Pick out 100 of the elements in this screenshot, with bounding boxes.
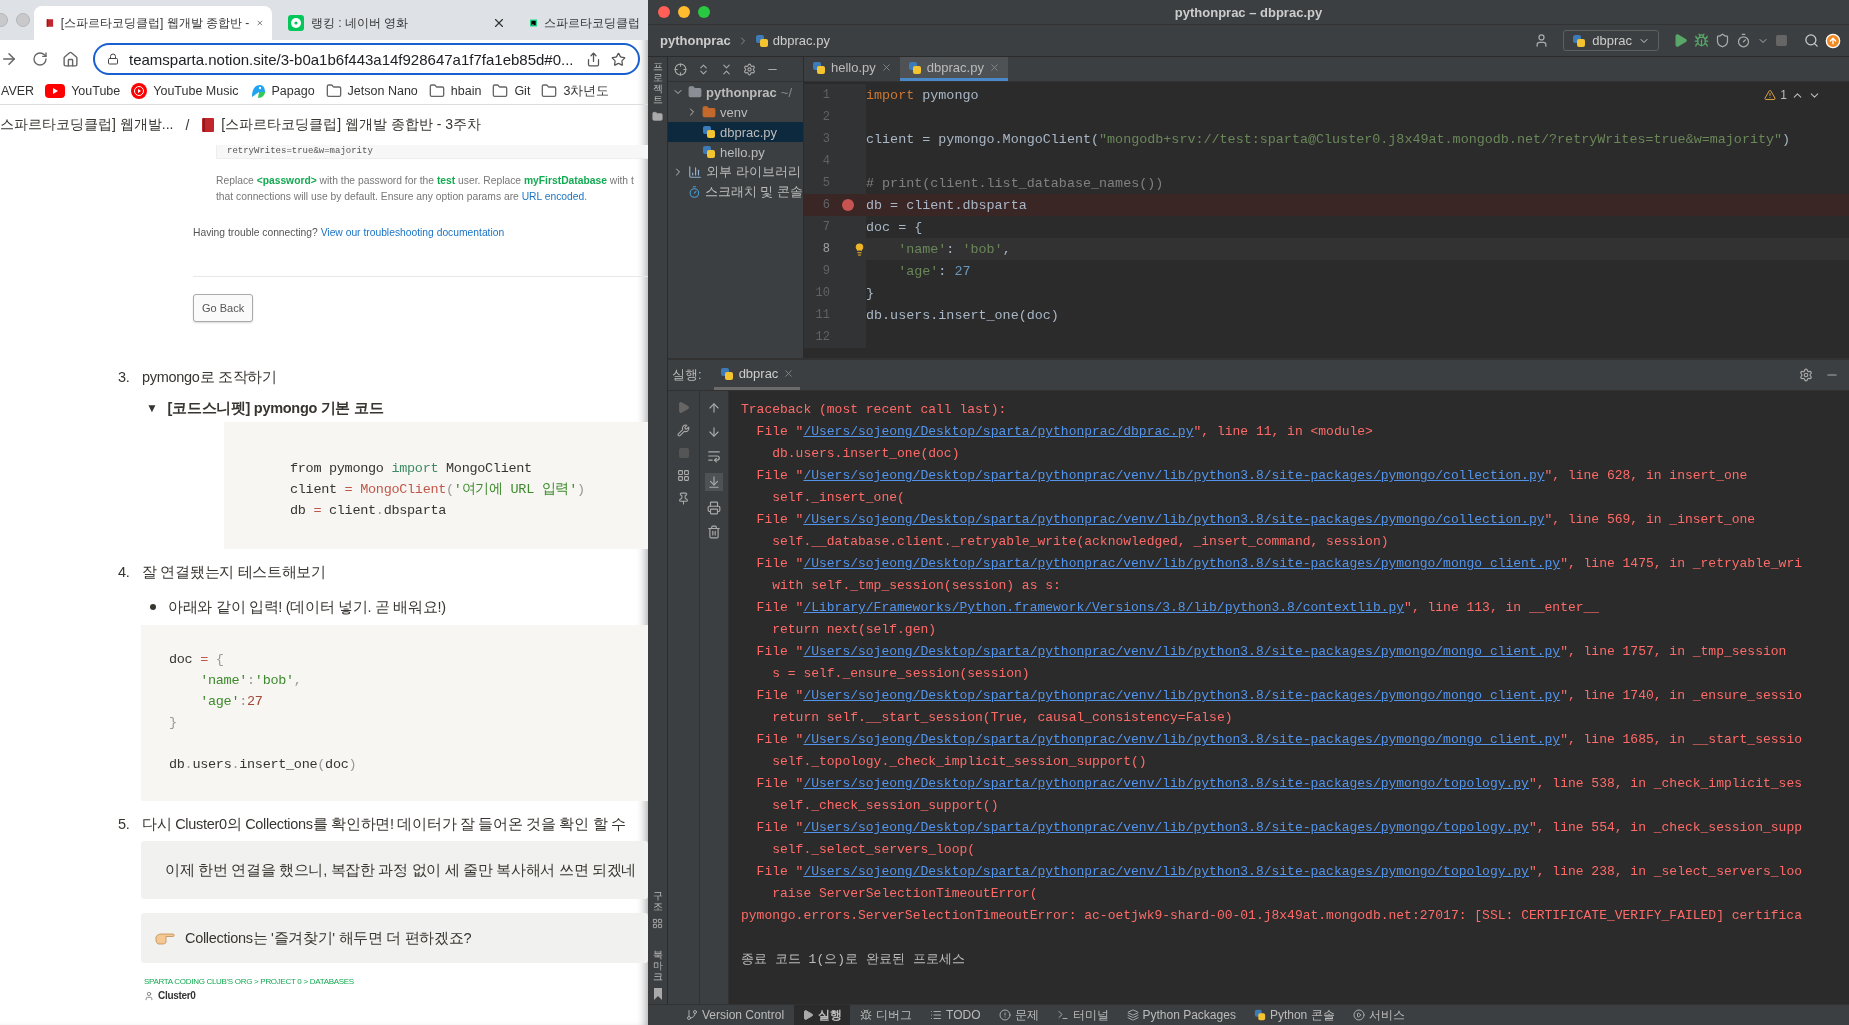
tool-window-tab[interactable]: 실행: [794, 1005, 851, 1025]
debug-icon[interactable]: [1694, 33, 1709, 48]
tool-window-tab[interactable]: Python Packages: [1118, 1005, 1244, 1025]
share-icon[interactable]: [586, 51, 601, 67]
toggle-arrow[interactable]: ▼: [146, 401, 158, 415]
warning-icon[interactable]: [1764, 89, 1777, 101]
code-line: # print(client.list_database_names()): [866, 175, 1164, 191]
file-path-link[interactable]: /Users/sojeong/Desktop/sparta/pythonprac/venv/lib/python3.8/site-packages/pymongo/topology.py: [803, 864, 1529, 879]
bookmark[interactable]: YouTube: [45, 84, 121, 98]
forward-icon[interactable]: [0, 50, 18, 68]
bookmark[interactable]: AVER: [1, 84, 35, 98]
browser-tab[interactable]: 스파르타코딩클럽: [518, 6, 648, 40]
tree-item[interactable]: venv: [668, 102, 803, 122]
bookmark[interactable]: hbain: [428, 83, 482, 99]
editor-tab[interactable]: hello.py: [804, 57, 900, 81]
locate-icon[interactable]: [674, 62, 687, 76]
wrench-icon[interactable]: [677, 424, 690, 437]
console-line: File "/Users/sojeong/Desktop/sparta/pythonprac/dbprac.py", line 11, in <module>: [755, 423, 1374, 441]
troubleshooting-link[interactable]: View our troubleshooting documentation: [320, 227, 505, 238]
pin-icon[interactable]: [677, 492, 690, 505]
file-path-link[interactable]: /Users/sojeong/Desktop/sparta/pythonprac/venv/lib/python3.8/site-packages/pymongo/mongo_client.py: [803, 732, 1561, 747]
tool-window-tab[interactable]: Version Control: [678, 1005, 793, 1025]
tree-item[interactable]: 스크래치 및 콘솔: [668, 182, 803, 202]
settings-icon[interactable]: [1799, 368, 1813, 382]
browser-tab[interactable]: 랭킹 : 네이버 영화: [276, 6, 514, 40]
structure-icon[interactable]: [652, 918, 663, 929]
tool-window-tab[interactable]: Python 콘솔: [1245, 1005, 1343, 1025]
file-path-link[interactable]: /Library/Frameworks/Python.framework/Versions/3.8/lib/python3.8/contextlib.py: [803, 600, 1405, 615]
close-window-button[interactable]: [658, 6, 670, 18]
file-path-link[interactable]: /Users/sojeong/Desktop/sparta/pythonprac/venv/lib/python3.8/site-packages/pymongo/mongo_client.py: [803, 688, 1561, 703]
breadcrumb-link[interactable]: [스파르타코딩클럽] 웹개발 종합반 - 3주차: [221, 116, 482, 134]
bookmark[interactable]: Git: [492, 83, 531, 99]
tree-item[interactable]: 외부 라이브러리: [668, 162, 803, 182]
run-tab[interactable]: dbprac: [713, 360, 801, 390]
tree-item[interactable]: pythonprac ~/: [668, 82, 803, 102]
movie-reel-icon: [288, 15, 304, 31]
file-path-link[interactable]: /Users/sojeong/Desktop/sparta/pythonprac/venv/lib/python3.8/site-packages/pymongo/collection.py: [803, 468, 1545, 483]
close-icon[interactable]: [492, 16, 506, 30]
tool-window-tab[interactable]: 문제: [990, 1005, 1047, 1025]
file-path-link[interactable]: /Users/sojeong/Desktop/sparta/pythonprac/venv/lib/python3.8/site-packages/pymongo/mongo_client.py: [803, 556, 1561, 571]
folder-icon: [325, 83, 342, 99]
bookmark-icon[interactable]: [652, 988, 663, 1000]
breadcrumb-item[interactable]: pythonprac: [660, 33, 731, 48]
terminal-icon: [1056, 1009, 1069, 1021]
breadcrumb-link[interactable]: 스파르타코딩클럽] 웹개발...: [0, 116, 174, 134]
toggle-title[interactable]: [코드스니펫] pymongo 기본 코드: [167, 398, 384, 418]
file-path-link[interactable]: /Users/sojeong/Desktop/sparta/pythonprac/venv/lib/python3.8/site-packages/pymongo/collection.py: [803, 512, 1545, 527]
bookmark[interactable]: 3차년도: [541, 82, 610, 100]
console-line: File "/Users/sojeong/Desktop/sparta/pythonprac/venv/lib/python3.8/site-packages/pymongo/collection.py", line 569, in _insert_one: [755, 511, 1757, 529]
callout-text: Collections는 '즐겨찾기' 해두면 더 편하겠죠?: [185, 928, 472, 948]
file-path-link[interactable]: /Users/sojeong/Desktop/sparta/pythonprac/venv/lib/python3.8/site-packages/pymongo/topology.py: [803, 820, 1529, 835]
profile-icon[interactable]: [1736, 33, 1751, 48]
tree-item[interactable]: dbprac.py: [668, 122, 803, 142]
collapse-all-icon[interactable]: [720, 62, 733, 76]
bookmarks-tool-tab[interactable]: 북마크: [652, 949, 663, 982]
console-line: self.__database.client._retryable_write(acknowledged, _insert_command, session): [771, 533, 1390, 551]
python-file-icon: [754, 33, 769, 48]
warning-count[interactable]: 1: [1780, 88, 1787, 102]
browser-tab[interactable]: [스파르타코딩클럽] 웹개발 종합반 -: [34, 6, 272, 40]
zoom-window-button[interactable]: [698, 6, 710, 18]
project-tool-tab[interactable]: 프로젝트: [652, 61, 663, 105]
scroll-to-end-icon[interactable]: [705, 473, 723, 491]
print-icon[interactable]: [707, 501, 721, 515]
file-path-link[interactable]: /Users/sojeong/Desktop/sparta/pythonprac/venv/lib/python3.8/site-packages/pymongo/mongo_client.py: [803, 644, 1561, 659]
minimize-window-button[interactable]: [678, 6, 690, 18]
structure-tool-tab[interactable]: 구조: [652, 890, 663, 912]
update-icon[interactable]: [1825, 32, 1841, 49]
tree-item[interactable]: hello.py: [668, 142, 803, 162]
settings-icon[interactable]: [743, 62, 756, 76]
soft-wrap-icon[interactable]: [707, 449, 721, 463]
bookmark[interactable]: Papago: [249, 83, 315, 99]
run-config-dropdown[interactable]: dbprac: [1563, 30, 1659, 51]
coverage-icon[interactable]: [1715, 33, 1730, 48]
file-path-link[interactable]: /Users/sojeong/Desktop/sparta/pythonprac/dbprac.py: [803, 424, 1194, 439]
run-icon[interactable]: [1673, 33, 1688, 48]
tool-window-tab[interactable]: 터미널: [1048, 1005, 1117, 1025]
editor-tab[interactable]: dbprac.py: [899, 57, 1008, 81]
tool-window-tab[interactable]: 디버그: [852, 1005, 921, 1025]
layout-icon[interactable]: [677, 469, 690, 482]
address-bar[interactable]: teamsparta.notion.site/3-b0a1b6f443a14f928647a1f7fa1eb85d#0...: [93, 43, 640, 75]
go-back-button[interactable]: Go Back: [193, 294, 254, 322]
search-icon[interactable]: [1804, 33, 1819, 48]
breakpoint-icon[interactable]: [842, 199, 854, 211]
expand-all-icon[interactable]: [697, 62, 710, 76]
home-icon[interactable]: [62, 50, 79, 68]
trash-icon[interactable]: [707, 525, 721, 539]
folder-icon: [492, 83, 509, 99]
reload-icon[interactable]: [32, 51, 48, 67]
tool-window-tab[interactable]: 서비스: [1344, 1005, 1413, 1025]
breadcrumb-item[interactable]: dbprac.py: [754, 33, 830, 48]
bookmark[interactable]: Jetson Nano: [325, 83, 418, 99]
star-icon[interactable]: [611, 51, 626, 67]
file-path-link[interactable]: /Users/sojeong/Desktop/sparta/pythonprac/venv/lib/python3.8/site-packages/pymongo/topology.py: [803, 776, 1529, 791]
folder-icon[interactable]: [652, 111, 663, 122]
console-line: db.users.insert_one(doc): [771, 445, 961, 463]
tool-window-tab[interactable]: TODO: [922, 1005, 989, 1025]
callout-text: 이제 한번 연결을 했으니, 복잡한 과정 없이 세 줄만 복사해서 쓰면 되겠네: [165, 860, 637, 880]
user-icon[interactable]: [1534, 33, 1550, 48]
breadcrumb-separator: /: [185, 117, 190, 133]
bookmark[interactable]: YouTube Music: [131, 83, 239, 99]
